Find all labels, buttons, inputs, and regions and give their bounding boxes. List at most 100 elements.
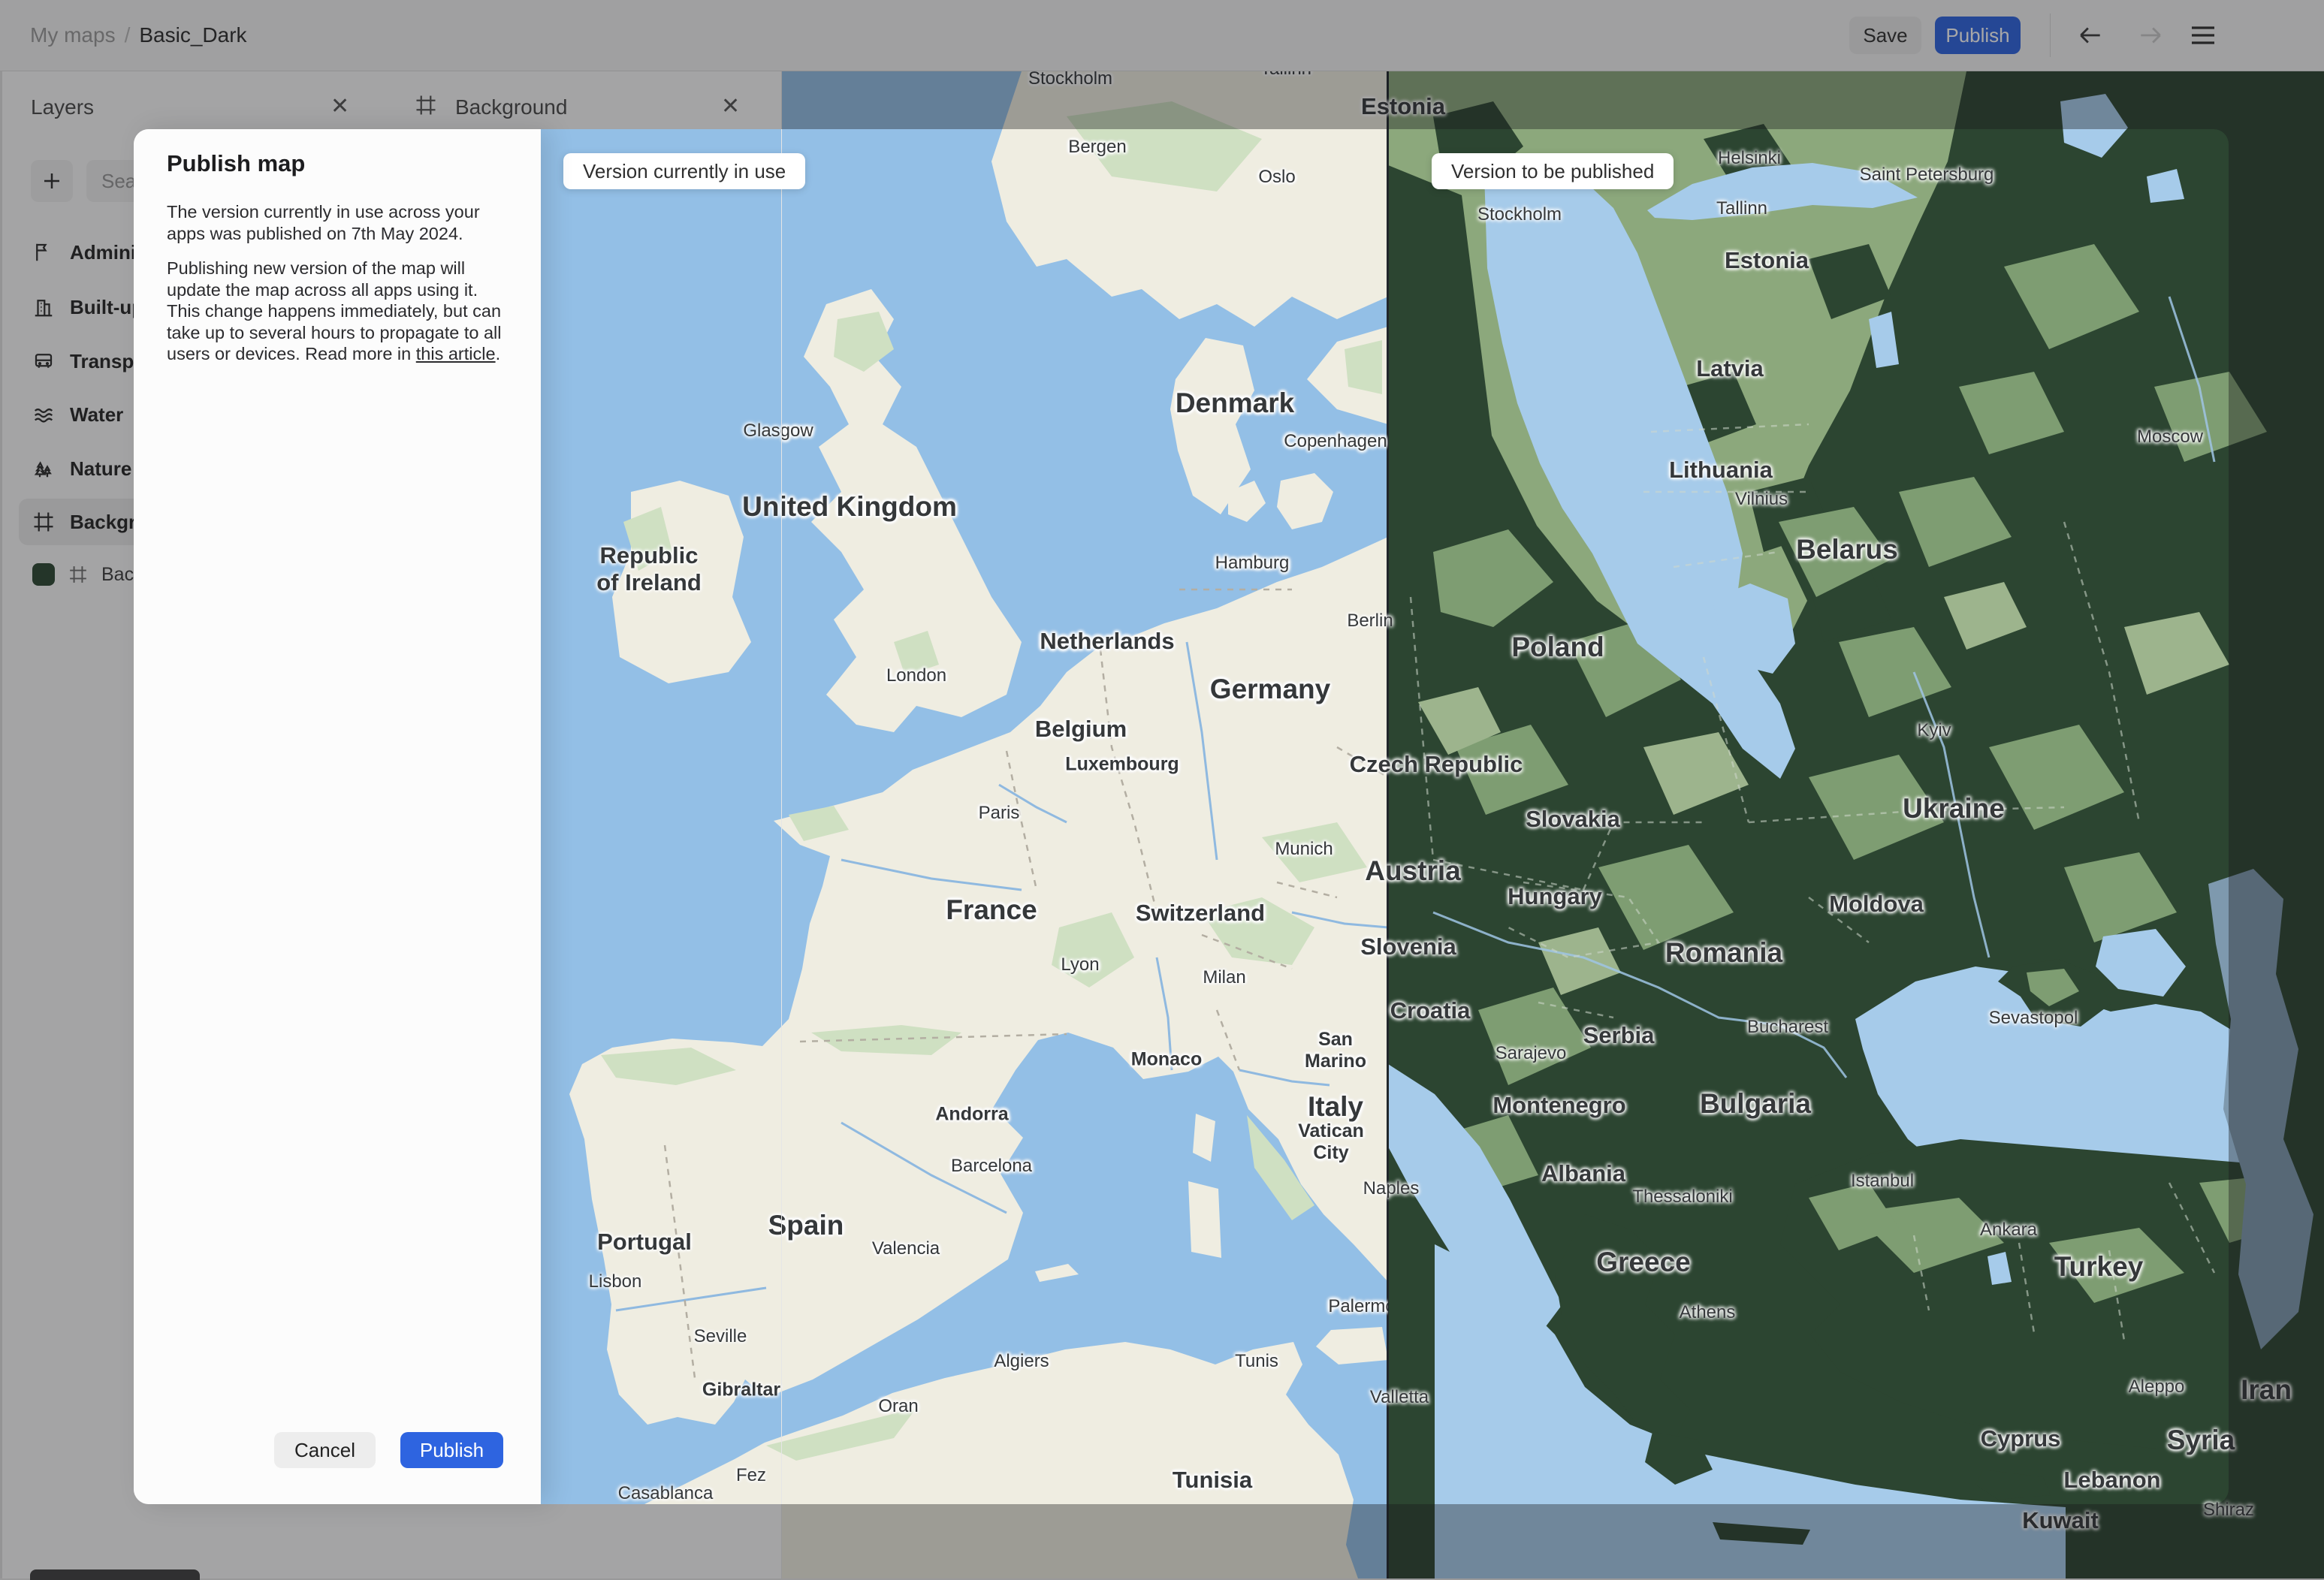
- map-label: Greece: [1596, 1247, 1691, 1277]
- map-label: Slovenia: [1360, 933, 1456, 960]
- undo-arrow-icon[interactable]: [2075, 20, 2106, 51]
- map-label: Estonia: [1725, 247, 1809, 273]
- plus-icon: [44, 173, 59, 188]
- map-label: Syria: [2166, 1425, 2235, 1455]
- sidebar-item-label: Nature: [70, 457, 132, 480]
- dialog-paragraph-2-suffix: .: [495, 344, 501, 363]
- dialog-actions: Cancel Publish: [274, 1432, 503, 1468]
- redo-arrow-icon[interactable]: [2135, 20, 2166, 51]
- map-label: Athens: [1679, 1302, 1736, 1322]
- sidebar-item-label: Built-up: [70, 295, 144, 318]
- top-bar: My maps / Basic_Dark Save Publish: [0, 0, 2324, 71]
- map-label: Sevastopol: [1988, 1008, 2078, 1028]
- map-label: Lithuania: [1669, 457, 1773, 483]
- breadcrumb-my-maps[interactable]: My maps: [30, 23, 116, 47]
- map-label: London: [886, 665, 947, 686]
- bus-icon: [35, 354, 53, 368]
- map-label: Milan: [1203, 967, 1246, 988]
- layer-search-value: Sea: [101, 169, 137, 192]
- map-label: Bergen: [1068, 137, 1127, 157]
- map-label: Casablanca: [617, 1483, 714, 1503]
- map-label: Tunisia: [1172, 1467, 1253, 1493]
- map-label: Oran: [878, 1396, 919, 1416]
- map-label: Berlin: [1347, 611, 1393, 631]
- map-label: Serbia: [1583, 1022, 1655, 1048]
- map-label: France: [946, 894, 1037, 925]
- toolbar-divider: [2050, 14, 2051, 57]
- map-label: Slovakia: [1526, 806, 1620, 832]
- map-label: Austria: [1365, 855, 1461, 886]
- map-label: Valencia: [871, 1238, 940, 1259]
- map-label: Lyon: [1061, 954, 1100, 975]
- map-label: Portugal: [597, 1229, 692, 1255]
- map-label: Lebanon: [2063, 1467, 2161, 1493]
- map-label: Belgium: [1034, 716, 1127, 742]
- map-label: Naples: [1363, 1178, 1420, 1199]
- map-label: Helsinki: [1717, 148, 1782, 168]
- layer-color-swatch[interactable]: [32, 563, 55, 586]
- map-label: Republic of Ireland: [596, 542, 702, 596]
- publish-button[interactable]: Publish: [1935, 17, 2021, 54]
- map-label: Monaco: [1130, 1048, 1203, 1070]
- map-label: Iran: [2241, 1374, 2292, 1405]
- dialog-paragraph-2: Publishing new version of the map will u…: [167, 258, 506, 365]
- map-label: Valletta: [1369, 1387, 1429, 1407]
- map-label: Albania: [1541, 1160, 1625, 1187]
- map-label: Shiraz: [2202, 1500, 2255, 1520]
- map-label: Aleppo: [2128, 1376, 2185, 1397]
- dialog-publish-button[interactable]: Publish: [400, 1432, 503, 1468]
- map-label: Latvia: [1696, 355, 1764, 381]
- map-label: Denmark: [1175, 387, 1295, 418]
- map-label: Hungary: [1508, 883, 1602, 909]
- background-panel-close-icon[interactable]: ✕: [721, 95, 740, 118]
- save-button[interactable]: Save: [1849, 17, 1921, 54]
- version-new-chip: Version to be published: [1432, 153, 1674, 189]
- cancel-button[interactable]: Cancel: [274, 1432, 376, 1468]
- map-label: Glasgow: [743, 421, 781, 441]
- menu-hamburger-icon[interactable]: [2187, 20, 2219, 51]
- map-label: Bucharest: [1746, 1017, 1829, 1037]
- map-label: Cyprus: [1980, 1425, 2061, 1452]
- map-label: Sarajevo: [1495, 1043, 1567, 1063]
- map-label: Moscow: [2136, 427, 2204, 447]
- dialog-title: Publish map: [167, 150, 306, 176]
- breadcrumb-map-name: Basic_Dark: [139, 23, 247, 47]
- waves-icon: [34, 409, 53, 423]
- map-label: United Kingdom: [742, 491, 781, 522]
- map-label: Gibraltar: [702, 1379, 781, 1401]
- map-label: Hamburg: [1215, 553, 1290, 573]
- map-label: Belarus: [1796, 534, 1898, 565]
- trees-icon: [34, 461, 52, 478]
- map-label: Romania: [1665, 937, 1783, 968]
- map-label: Ukraine: [1903, 793, 2005, 824]
- this-article-link[interactable]: this article: [416, 344, 496, 363]
- map-label: Moldova: [1829, 891, 1924, 917]
- map-label: Seville: [693, 1326, 747, 1346]
- add-layer-button[interactable]: [31, 160, 73, 202]
- map-label: Spain: [768, 1210, 781, 1241]
- map-label: Paris: [978, 803, 1020, 823]
- map-label: Thessaloniki: [1632, 1187, 1733, 1207]
- layers-panel-close-icon[interactable]: ✕: [330, 95, 349, 118]
- map-dark-labels: Estonia Helsinki Saint Petersburg Stockholm…: [1292, 71, 2324, 1578]
- map-label: Luxembourg: [1065, 753, 1179, 775]
- map-label: Lisbon: [588, 1271, 642, 1292]
- map-label: Algiers: [994, 1351, 1049, 1371]
- background-panel-title: Background: [455, 95, 568, 119]
- breadcrumb-separator: /: [124, 23, 131, 47]
- map-label: Tallinn: [1716, 198, 1768, 219]
- map-label: Switzerland: [1135, 900, 1266, 926]
- map-label: Tunis: [1235, 1351, 1278, 1371]
- version-current-chip: Version currently in use: [563, 153, 806, 189]
- map-label: Fez: [735, 1465, 767, 1485]
- sidebar-item-label: Water: [70, 403, 124, 426]
- breadcrumb: My maps / Basic_Dark: [30, 0, 247, 71]
- map-label: Stockholm: [1028, 71, 1113, 89]
- map-label: Oslo: [1258, 167, 1296, 187]
- dialog-body: The version currently in use across your…: [167, 201, 506, 378]
- map-label: Ankara: [1979, 1220, 2038, 1240]
- frame-icon: [34, 512, 53, 532]
- frame-icon: [70, 566, 86, 583]
- map-label: Kuwait: [2022, 1507, 2099, 1533]
- preview-map-patch: StockholmTallinnBergenOsloGlasgowUnited …: [541, 129, 781, 1504]
